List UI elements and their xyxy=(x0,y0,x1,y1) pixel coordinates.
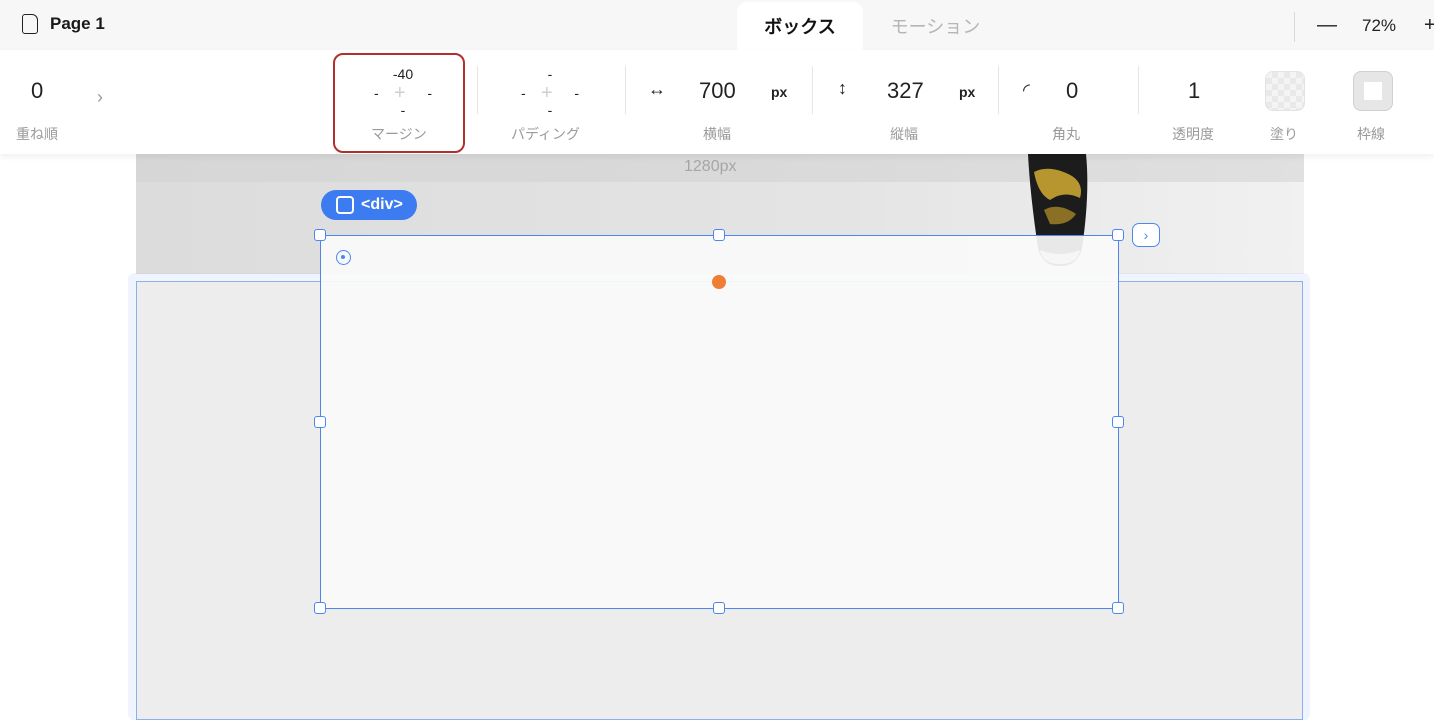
canvas[interactable]: 1280px <div> › xyxy=(0,154,1434,720)
resize-handle-right[interactable] xyxy=(1112,416,1124,428)
resize-handle-bottom-right[interactable] xyxy=(1112,602,1124,614)
corner-radius-icon: ◜ xyxy=(1023,80,1030,100)
padding-right[interactable]: - xyxy=(574,85,579,101)
zoom-out-button[interactable]: — xyxy=(1317,14,1337,37)
resize-handle-top[interactable] xyxy=(713,229,725,241)
resize-handle-left[interactable] xyxy=(314,416,326,428)
height-input[interactable]: 327 xyxy=(887,78,924,104)
padding-top[interactable]: - xyxy=(515,66,585,82)
page-icon xyxy=(22,14,38,34)
tab-box[interactable]: ボックス xyxy=(737,2,863,50)
width-input[interactable]: 700 xyxy=(699,78,736,104)
divider xyxy=(1294,12,1295,42)
radius-label: 角丸 xyxy=(1052,126,1080,142)
padding-control[interactable]: - - + - - xyxy=(515,66,585,118)
top-bar: Page 1 ボックス モーション — 72% + xyxy=(0,0,1434,50)
opacity-label: 透明度 xyxy=(1172,126,1214,142)
radius-input[interactable]: 0 xyxy=(1066,78,1078,104)
chevron-right-icon[interactable]: › xyxy=(1132,223,1160,247)
opacity-input[interactable]: 1 xyxy=(1188,78,1200,104)
fill-label: 塗り xyxy=(1270,126,1298,142)
property-bar: 0 › 重ね順 -40 - + - - マージン - - + - - パディング… xyxy=(0,50,1434,154)
z-order-label: 重ね順 xyxy=(16,126,58,142)
resize-handle-bottom-left[interactable] xyxy=(314,602,326,614)
page-title[interactable]: Page 1 xyxy=(22,14,105,34)
margin-highlight xyxy=(333,53,465,153)
selected-div[interactable] xyxy=(320,235,1119,609)
height-icon: ↕ xyxy=(838,78,847,98)
zoom-in-button[interactable]: + xyxy=(1424,14,1434,37)
width-icon: ↔ xyxy=(648,79,666,99)
divider xyxy=(477,66,478,114)
element-tag-label: <div> xyxy=(361,196,403,213)
resize-handle-bottom[interactable] xyxy=(713,602,725,614)
resize-handle-top-left[interactable] xyxy=(314,229,326,241)
border-swatch[interactable] xyxy=(1353,71,1393,111)
page-name: Page 1 xyxy=(50,14,105,33)
tab-motion[interactable]: モーション xyxy=(863,2,1008,50)
divider xyxy=(1138,66,1139,114)
height-label: 縦幅 xyxy=(890,126,918,142)
width-ruler: 1280px xyxy=(136,154,1304,182)
square-icon xyxy=(336,196,354,214)
width-unit[interactable]: px xyxy=(771,84,787,100)
divider xyxy=(625,66,626,114)
fill-swatch[interactable] xyxy=(1265,71,1305,111)
border-label: 枠線 xyxy=(1357,126,1385,142)
divider xyxy=(812,66,813,114)
width-label: 横幅 xyxy=(703,126,731,142)
zoom-level[interactable]: 72% xyxy=(1362,16,1396,36)
element-tag[interactable]: <div> xyxy=(321,190,417,220)
ruler-label: 1280px xyxy=(684,158,737,175)
chevron-right-icon[interactable]: › xyxy=(97,87,103,108)
divider xyxy=(998,66,999,114)
padding-bottom[interactable]: - xyxy=(515,102,585,118)
resize-handle-top-right[interactable] xyxy=(1112,229,1124,241)
square-swatch-icon xyxy=(1364,82,1382,100)
padding-label: パディング xyxy=(511,126,581,142)
z-order-value[interactable]: 0 xyxy=(31,78,43,104)
move-handle[interactable] xyxy=(712,275,726,289)
anchor-icon[interactable] xyxy=(336,250,351,265)
height-unit[interactable]: px xyxy=(959,84,975,100)
padding-left[interactable]: - xyxy=(521,85,526,101)
